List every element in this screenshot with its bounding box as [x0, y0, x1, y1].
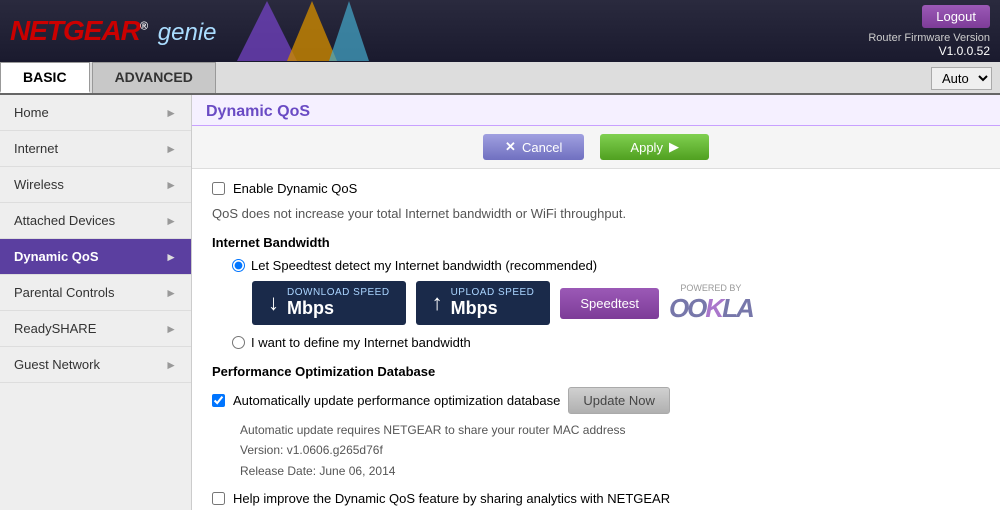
- update-now-button[interactable]: Update Now: [568, 387, 670, 414]
- radio-speedtest[interactable]: [232, 259, 245, 272]
- arrow-icon: ►: [165, 106, 177, 120]
- firmware-version: V1.0.0.52: [868, 44, 990, 58]
- speedtest-button[interactable]: Speedtest: [560, 288, 659, 319]
- upload-label: UPLOAD SPEED: [451, 287, 535, 298]
- sidebar-item-guest-network[interactable]: Guest Network ►: [0, 347, 191, 383]
- auto-info-3: Release Date: June 06, 2014: [240, 461, 980, 481]
- radio1-label: Let Speedtest detect my Internet bandwid…: [251, 258, 597, 273]
- logo-area: NETGEAR® genie: [10, 15, 217, 47]
- arrow-icon: ►: [165, 178, 177, 192]
- ookla-logo: POWERED BY OOKLA: [669, 283, 753, 324]
- x-icon: ✕: [505, 139, 516, 155]
- radio2-label: I want to define my Internet bandwidth: [251, 335, 471, 350]
- download-label: DOWNLOAD SPEED: [287, 287, 390, 298]
- header-decoration: [237, 1, 369, 61]
- arrow-icon: ►: [165, 214, 177, 228]
- tab-bar: BASIC ADVANCED Auto: [0, 62, 1000, 95]
- perf-section: Performance Optimization Database Automa…: [212, 364, 980, 506]
- upload-speed-box: ↑ UPLOAD SPEED Mbps: [416, 281, 551, 325]
- content-area: Dynamic QoS ✕ Cancel Apply ▶ Enable Dyna…: [192, 95, 1000, 510]
- main-layout: Home ► Internet ► Wireless ► Attached De…: [0, 95, 1000, 510]
- analytics-row: Help improve the Dynamic QoS feature by …: [212, 491, 980, 506]
- tab-advanced[interactable]: ADVANCED: [92, 62, 216, 93]
- content-body: Enable Dynamic QoS QoS does not increase…: [192, 169, 1000, 510]
- apply-button[interactable]: Apply ▶: [600, 134, 709, 160]
- sidebar-item-parental-controls[interactable]: Parental Controls ►: [0, 275, 191, 311]
- header: NETGEAR® genie Logout Router Firmware Ve…: [0, 0, 1000, 62]
- sidebar: Home ► Internet ► Wireless ► Attached De…: [0, 95, 192, 510]
- enable-qos-label: Enable Dynamic QoS: [233, 181, 357, 196]
- tabs: BASIC ADVANCED: [0, 62, 218, 93]
- radio1-row: Let Speedtest detect my Internet bandwid…: [232, 258, 980, 273]
- arrow-icon: ►: [165, 142, 177, 156]
- arrow-right-icon: ▶: [669, 139, 679, 155]
- enable-qos-checkbox[interactable]: [212, 182, 225, 195]
- auto-dropdown[interactable]: Auto: [931, 67, 992, 90]
- analytics-label: Help improve the Dynamic QoS feature by …: [233, 491, 670, 506]
- radio2-row: I want to define my Internet bandwidth: [232, 335, 980, 350]
- firmware-label: Router Firmware Version: [868, 32, 990, 44]
- info-text: QoS does not increase your total Interne…: [212, 206, 980, 221]
- download-speed-box: ↓ DOWNLOAD SPEED Mbps: [252, 281, 406, 325]
- speed-boxes-area: ↓ DOWNLOAD SPEED Mbps ↑ UPLOAD SPEED Mbp…: [252, 281, 980, 325]
- router-info: Logout Router Firmware Version V1.0.0.52: [868, 5, 990, 58]
- sidebar-item-attached-devices[interactable]: Attached Devices ►: [0, 203, 191, 239]
- download-value: Mbps: [287, 298, 334, 319]
- trademark: ®: [140, 21, 147, 33]
- ookla-name: OOKLA: [669, 293, 753, 324]
- sidebar-item-dynamic-qos[interactable]: Dynamic QoS ►: [0, 239, 191, 275]
- sidebar-item-home[interactable]: Home ►: [0, 95, 191, 131]
- brand-logo: NETGEAR®: [10, 15, 154, 46]
- sidebar-item-internet[interactable]: Internet ►: [0, 131, 191, 167]
- auto-update-row: Automatically update performance optimiz…: [212, 387, 980, 414]
- sidebar-item-readyshare[interactable]: ReadySHARE ►: [0, 311, 191, 347]
- auto-select-area[interactable]: Auto: [931, 67, 992, 90]
- perf-title: Performance Optimization Database: [212, 364, 980, 379]
- radio-manual[interactable]: [232, 336, 245, 349]
- auto-update-checkbox[interactable]: [212, 394, 225, 407]
- arrow-icon: ►: [165, 250, 177, 264]
- arrow-icon: ►: [165, 358, 177, 372]
- analytics-checkbox[interactable]: [212, 492, 225, 505]
- cancel-button[interactable]: ✕ Cancel: [483, 134, 584, 160]
- genie-logo: genie: [158, 19, 217, 46]
- auto-update-label: Automatically update performance optimiz…: [233, 393, 560, 408]
- auto-update-info: Automatic update requires NETGEAR to sha…: [240, 420, 980, 481]
- tab-basic[interactable]: BASIC: [0, 62, 90, 93]
- auto-info-2: Version: v1.0606.g265d76f: [240, 440, 980, 460]
- enable-qos-row: Enable Dynamic QoS: [212, 181, 980, 196]
- upload-icon: ↑: [432, 290, 443, 316]
- ookla-powered-label: POWERED BY: [680, 283, 741, 293]
- auto-info-1: Automatic update requires NETGEAR to sha…: [240, 420, 980, 440]
- page-title: Dynamic QoS: [192, 95, 1000, 126]
- action-bar: ✕ Cancel Apply ▶: [192, 126, 1000, 169]
- logout-button[interactable]: Logout: [922, 5, 990, 28]
- upload-value: Mbps: [451, 298, 498, 319]
- arrow-icon: ►: [165, 322, 177, 336]
- arrow-icon: ►: [165, 286, 177, 300]
- sidebar-item-wireless[interactable]: Wireless ►: [0, 167, 191, 203]
- download-icon: ↓: [268, 290, 279, 316]
- bandwidth-section-title: Internet Bandwidth: [212, 235, 980, 250]
